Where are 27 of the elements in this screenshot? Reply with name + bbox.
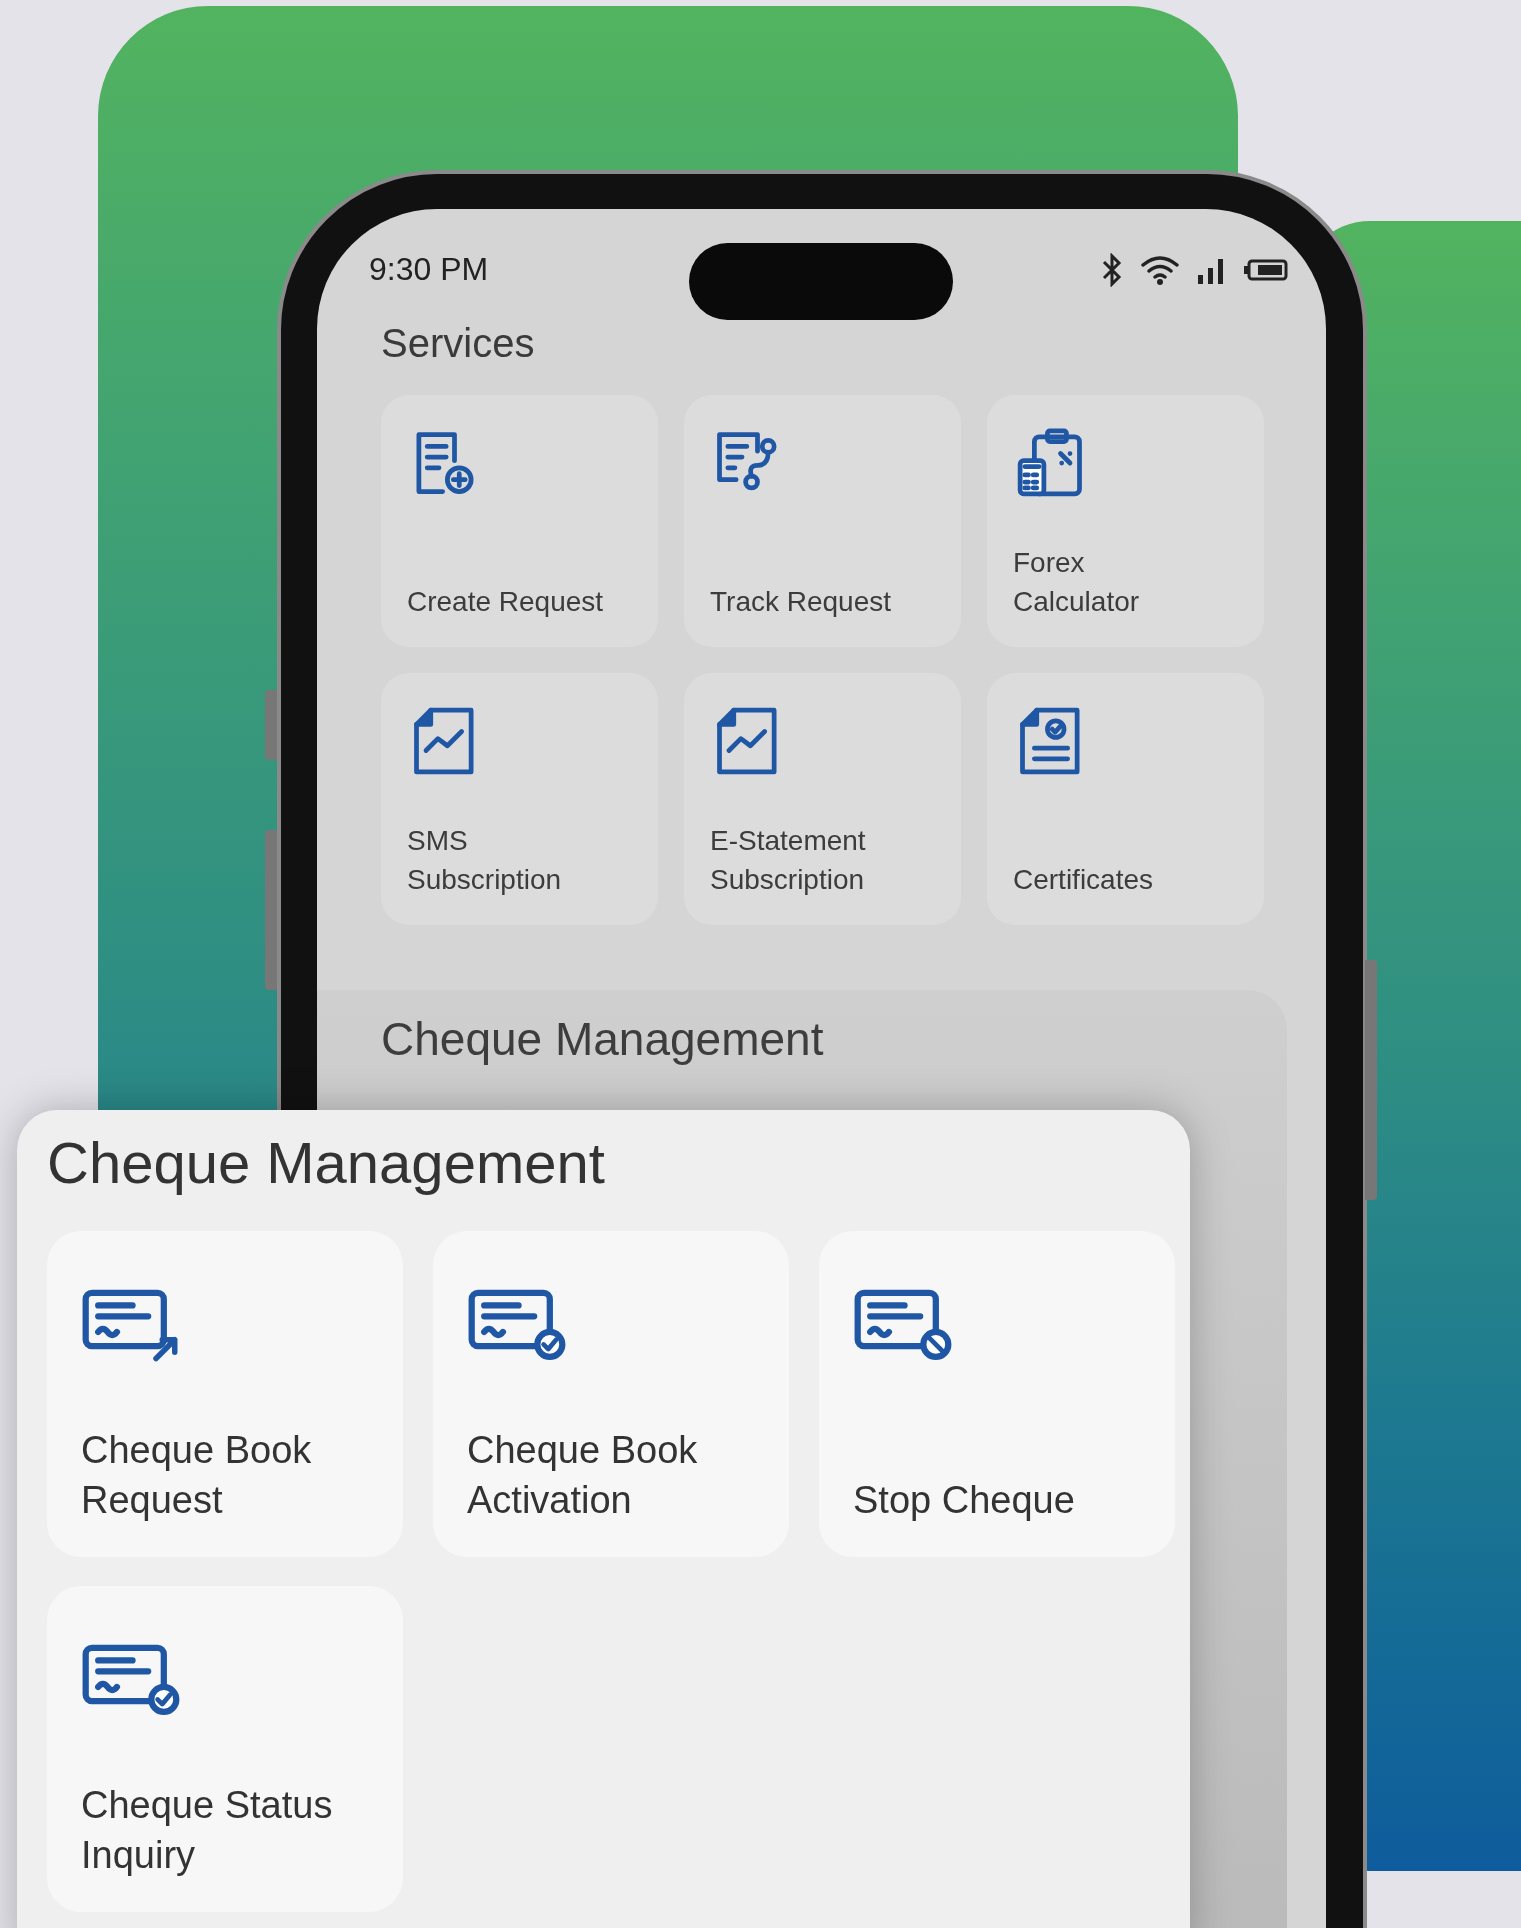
service-tile[interactable]: Track Request: [684, 395, 961, 647]
tile-label: Stop Cheque: [853, 1478, 1076, 1523]
tile-label: Cheque Book Request: [81, 1428, 313, 1523]
tile-label: Create Request: [407, 585, 605, 619]
service-tile[interactable]: SMS Subscription: [381, 673, 658, 925]
service-tile[interactable]: E-Statement Subscription: [684, 673, 961, 925]
section-title: Cheque Management: [381, 1012, 825, 1066]
tile-label: Track Request: [710, 585, 893, 619]
cheque-tile[interactable]: Cheque Status Inquiry: [47, 1586, 403, 1912]
tile-label: Forex Calculator: [1013, 546, 1141, 619]
bluetooth-icon: [1100, 253, 1124, 287]
section-title: Services: [381, 320, 536, 367]
tile-label: E-Statement Subscription: [710, 824, 867, 897]
battery-icon: [1244, 258, 1288, 282]
cheque-tile[interactable]: Cheque Book Request: [47, 1231, 403, 1557]
tile-label: Cheque Book Activation: [467, 1428, 699, 1523]
cheque-tile[interactable]: Cheque Book Activation: [433, 1231, 789, 1557]
wifi-icon: [1140, 254, 1180, 286]
service-tile[interactable]: Create Request: [381, 395, 658, 647]
cheque-tile[interactable]: Stop Cheque: [819, 1231, 1175, 1557]
service-tile[interactable]: Certificates: [987, 673, 1264, 925]
status-time: 9:30 PM: [369, 251, 489, 287]
tile-label: SMS Subscription: [407, 824, 563, 897]
service-tile[interactable]: Forex Calculator: [987, 395, 1264, 647]
tile-label: Cheque Status Inquiry: [81, 1783, 334, 1878]
section-title: Cheque Management: [47, 1129, 606, 1197]
tile-label: Certificates: [1013, 863, 1155, 897]
